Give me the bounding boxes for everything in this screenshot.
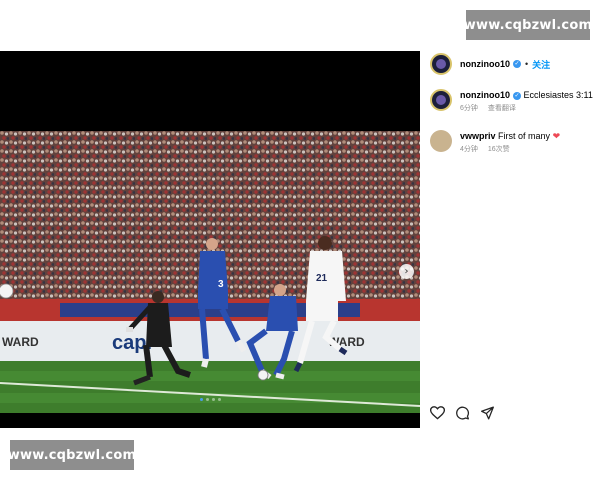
post-sidebar: nonzinoo10 ✓ • 关注 nonzinoo10 ✓ Ecclesiast… <box>420 51 600 428</box>
football-photo: WARD capi WARD 3 21 <box>0 131 420 413</box>
verified-badge-icon: ✓ <box>513 60 521 68</box>
carousel-dot-4[interactable] <box>217 398 221 401</box>
carousel-dots <box>0 398 420 401</box>
caption-username[interactable]: nonzinoo10 <box>460 90 510 100</box>
post-actions <box>430 406 495 420</box>
see-translation-link[interactable]: 查看翻译 <box>488 105 516 112</box>
caption-comment: nonzinoo10 ✓ Ecclesiastes 3:11 6分钟 查看翻译 <box>430 89 595 113</box>
jersey-number-blue: 3 <box>218 279 224 290</box>
commenter-username[interactable]: vwwpriv <box>460 131 496 141</box>
match-scene: WARD capi WARD 3 21 <box>0 131 420 413</box>
commenter-avatar[interactable] <box>430 130 452 152</box>
banner-left-text: WARD <box>2 335 39 349</box>
heart-icon[interactable] <box>430 406 445 420</box>
comment-time: 4分钟 <box>460 146 478 153</box>
caption-avatar[interactable] <box>430 89 452 111</box>
author-username[interactable]: nonzinoo10 <box>460 59 510 69</box>
heart-emoji-icon: ❤ <box>552 131 561 141</box>
author-avatar[interactable] <box>430 53 452 75</box>
comment-item: vwwpriv First of many ❤ 4分钟 16次赞 <box>430 130 595 154</box>
comment-icon[interactable] <box>455 406 470 420</box>
watermark-bottom: www.cqbzwl.com <box>8 440 136 470</box>
carousel-dot-2[interactable] <box>205 398 209 401</box>
caption-text: Ecclesiastes 3:11 <box>523 90 593 100</box>
caption-time: 6分钟 <box>460 105 478 112</box>
follow-button[interactable]: 关注 <box>532 58 550 71</box>
header-separator: • <box>525 59 529 69</box>
post-header: nonzinoo10 ✓ • 关注 <box>420 51 600 77</box>
post-media[interactable]: WARD capi WARD 3 21 › <box>0 51 420 428</box>
instagram-post: WARD capi WARD 3 21 › nonzinoo10 ✓ • 关注 … <box>0 51 600 428</box>
carousel-dot-1[interactable] <box>199 398 203 401</box>
share-icon[interactable] <box>480 406 495 420</box>
comment-likes[interactable]: 16次赞 <box>488 146 510 153</box>
carousel-dot-3[interactable] <box>211 398 215 401</box>
jersey-number-white: 21 <box>316 273 328 284</box>
watermark-top: www.cqbzwl.com <box>464 10 592 40</box>
verified-badge-icon: ✓ <box>513 91 521 100</box>
next-slide-button[interactable]: › <box>399 264 414 279</box>
comment-text: First of many <box>498 131 551 141</box>
